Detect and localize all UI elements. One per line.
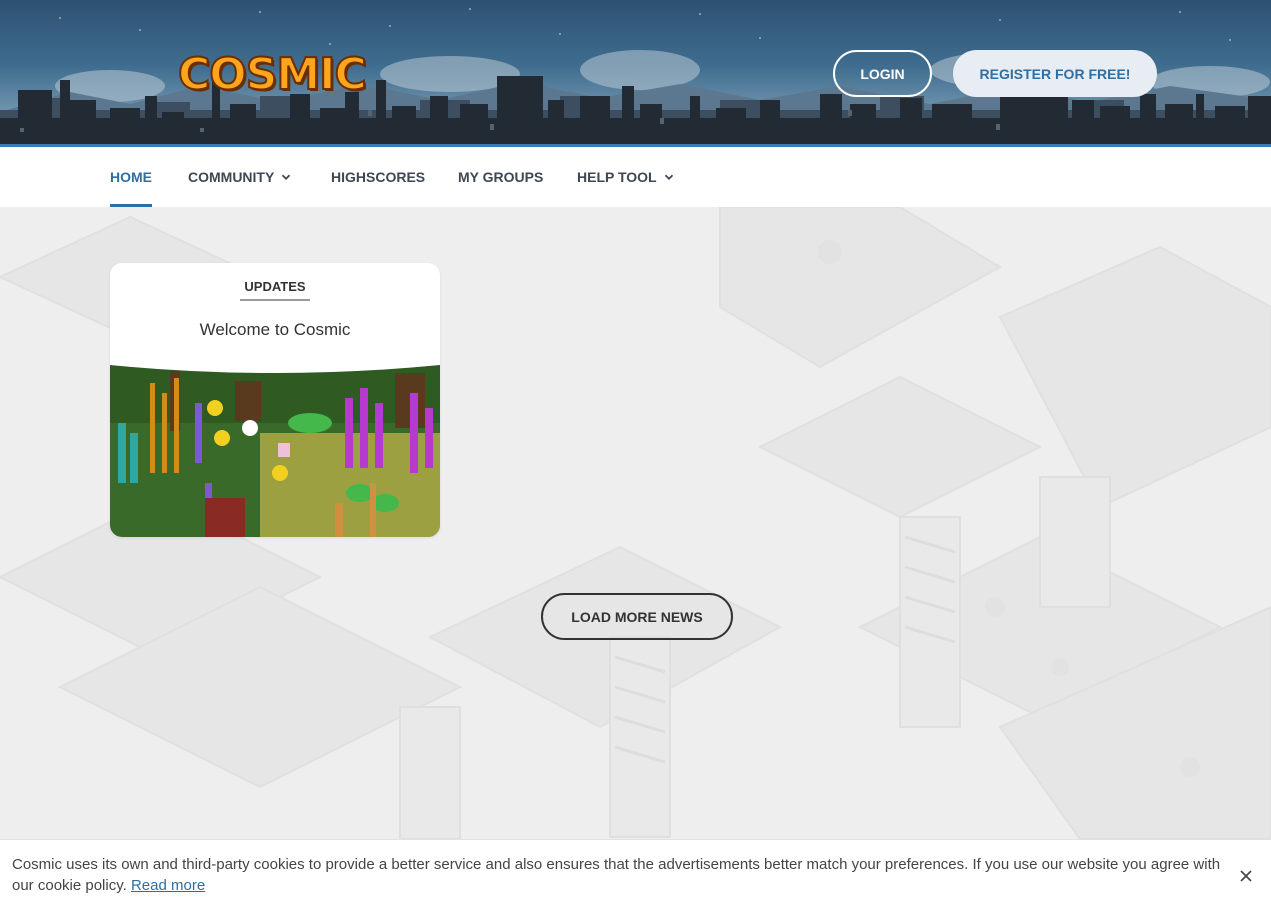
main-nav: HOME COMMUNITY HIGHSCORES MY GROUPS HELP… — [0, 147, 1271, 207]
load-more-news-button[interactable]: LOAD MORE NEWS — [541, 593, 733, 640]
nav-item-label: MY GROUPS — [458, 169, 544, 185]
cookie-consent-message: Cosmic uses its own and third-party cook… — [12, 854, 1227, 896]
nav-item-community[interactable]: COMMUNITY — [188, 147, 291, 207]
news-card-category-underline — [240, 299, 310, 301]
chevron-down-icon — [282, 174, 291, 180]
site-header: COSMIC LOGIN REGISTER FOR FREE! — [0, 0, 1271, 147]
nav-item-my-groups[interactable]: MY GROUPS — [458, 147, 543, 207]
nav-item-label: HIGHSCORES — [331, 169, 426, 185]
login-button[interactable]: LOGIN — [833, 50, 932, 97]
nav-item-label: HOME — [110, 169, 152, 185]
news-card-divider-curve — [110, 355, 440, 373]
news-card-image — [110, 363, 440, 537]
nav-item-home[interactable]: HOME — [110, 147, 152, 207]
news-card-title: Welcome to Cosmic — [199, 320, 351, 339]
nav-item-label: COMMUNITY — [188, 169, 275, 185]
news-card[interactable]: UPDATES Welcome to Cosmic — [110, 263, 440, 537]
close-icon[interactable] — [1238, 868, 1254, 884]
nav-item-highscores[interactable]: HIGHSCORES — [331, 147, 425, 207]
cosmic-logo[interactable]: COSMIC — [177, 49, 368, 101]
cookie-consent-bar: Cosmic uses its own and third-party cook… — [0, 839, 1271, 905]
chevron-down-icon — [664, 174, 673, 180]
nav-item-label: HELP TOOL — [577, 169, 657, 185]
news-card-category: UPDATES — [244, 279, 306, 294]
read-more-link[interactable]: Read more — [131, 877, 205, 894]
nav-item-help-tool[interactable]: HELP TOOL — [577, 147, 674, 207]
register-button[interactable]: REGISTER FOR FREE! — [953, 50, 1157, 97]
